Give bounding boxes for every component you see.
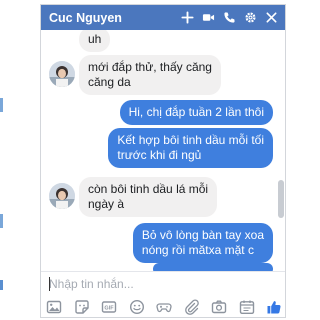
message-bubble-outgoing-partial [153, 263, 273, 271]
close-icon[interactable] [264, 10, 279, 25]
photo-icon[interactable] [45, 298, 63, 316]
svg-text:GIF: GIF [104, 306, 114, 312]
attachment-icon[interactable] [183, 298, 201, 316]
game-icon[interactable] [155, 298, 173, 316]
background-page-edge [0, 280, 3, 290]
scrollbar-thumb[interactable] [278, 180, 284, 218]
message-input[interactable] [47, 273, 277, 295]
message-bubble-outgoing: Bỏ vô lòng bàn tay xoa nóng rồi mătxa mặ… [132, 223, 273, 263]
plus-icon[interactable] [180, 10, 195, 25]
gif-icon[interactable]: GIF [100, 298, 118, 316]
sticker-icon[interactable] [73, 298, 91, 316]
phone-icon[interactable] [222, 10, 237, 25]
message-list[interactable]: uh mới đắp thử, thấy căng căng da Hi, ch… [41, 30, 285, 271]
contact-avatar[interactable] [49, 183, 75, 209]
message-bubble-incoming: còn bôi tinh dầu lá mỗi ngày à [79, 177, 218, 217]
background-page-edge [0, 214, 3, 228]
chat-title[interactable]: Cuc Nguyen [49, 11, 180, 25]
like-icon[interactable] [265, 298, 283, 316]
message-bubble-outgoing: Kết hợp bôi tinh dầu mỗi tối trước khi đ… [108, 128, 273, 168]
composer-toolbar: GIF [45, 297, 283, 317]
contact-avatar[interactable] [49, 61, 75, 87]
calendar-icon[interactable] [238, 298, 256, 316]
video-camera-icon[interactable] [201, 10, 216, 25]
emoji-icon[interactable] [128, 298, 146, 316]
gear-icon[interactable] [243, 10, 258, 25]
message-bubble-incoming: uh [79, 30, 111, 52]
composer-divider [41, 271, 285, 272]
message-bubble-incoming: mới đắp thử, thấy căng căng da [79, 55, 221, 95]
chat-header[interactable]: Cuc Nguyen [41, 5, 285, 30]
message-bubble-outgoing: Hi, chị đắp tuần 2 lần thôi [119, 100, 273, 125]
chat-window: Cuc Nguyen uh mới đắp thử, thấy căng căn… [40, 4, 286, 318]
camera-icon[interactable] [210, 298, 228, 316]
background-page-edge [0, 98, 3, 112]
header-actions [180, 10, 285, 25]
message-scrollbar[interactable] [278, 30, 284, 271]
